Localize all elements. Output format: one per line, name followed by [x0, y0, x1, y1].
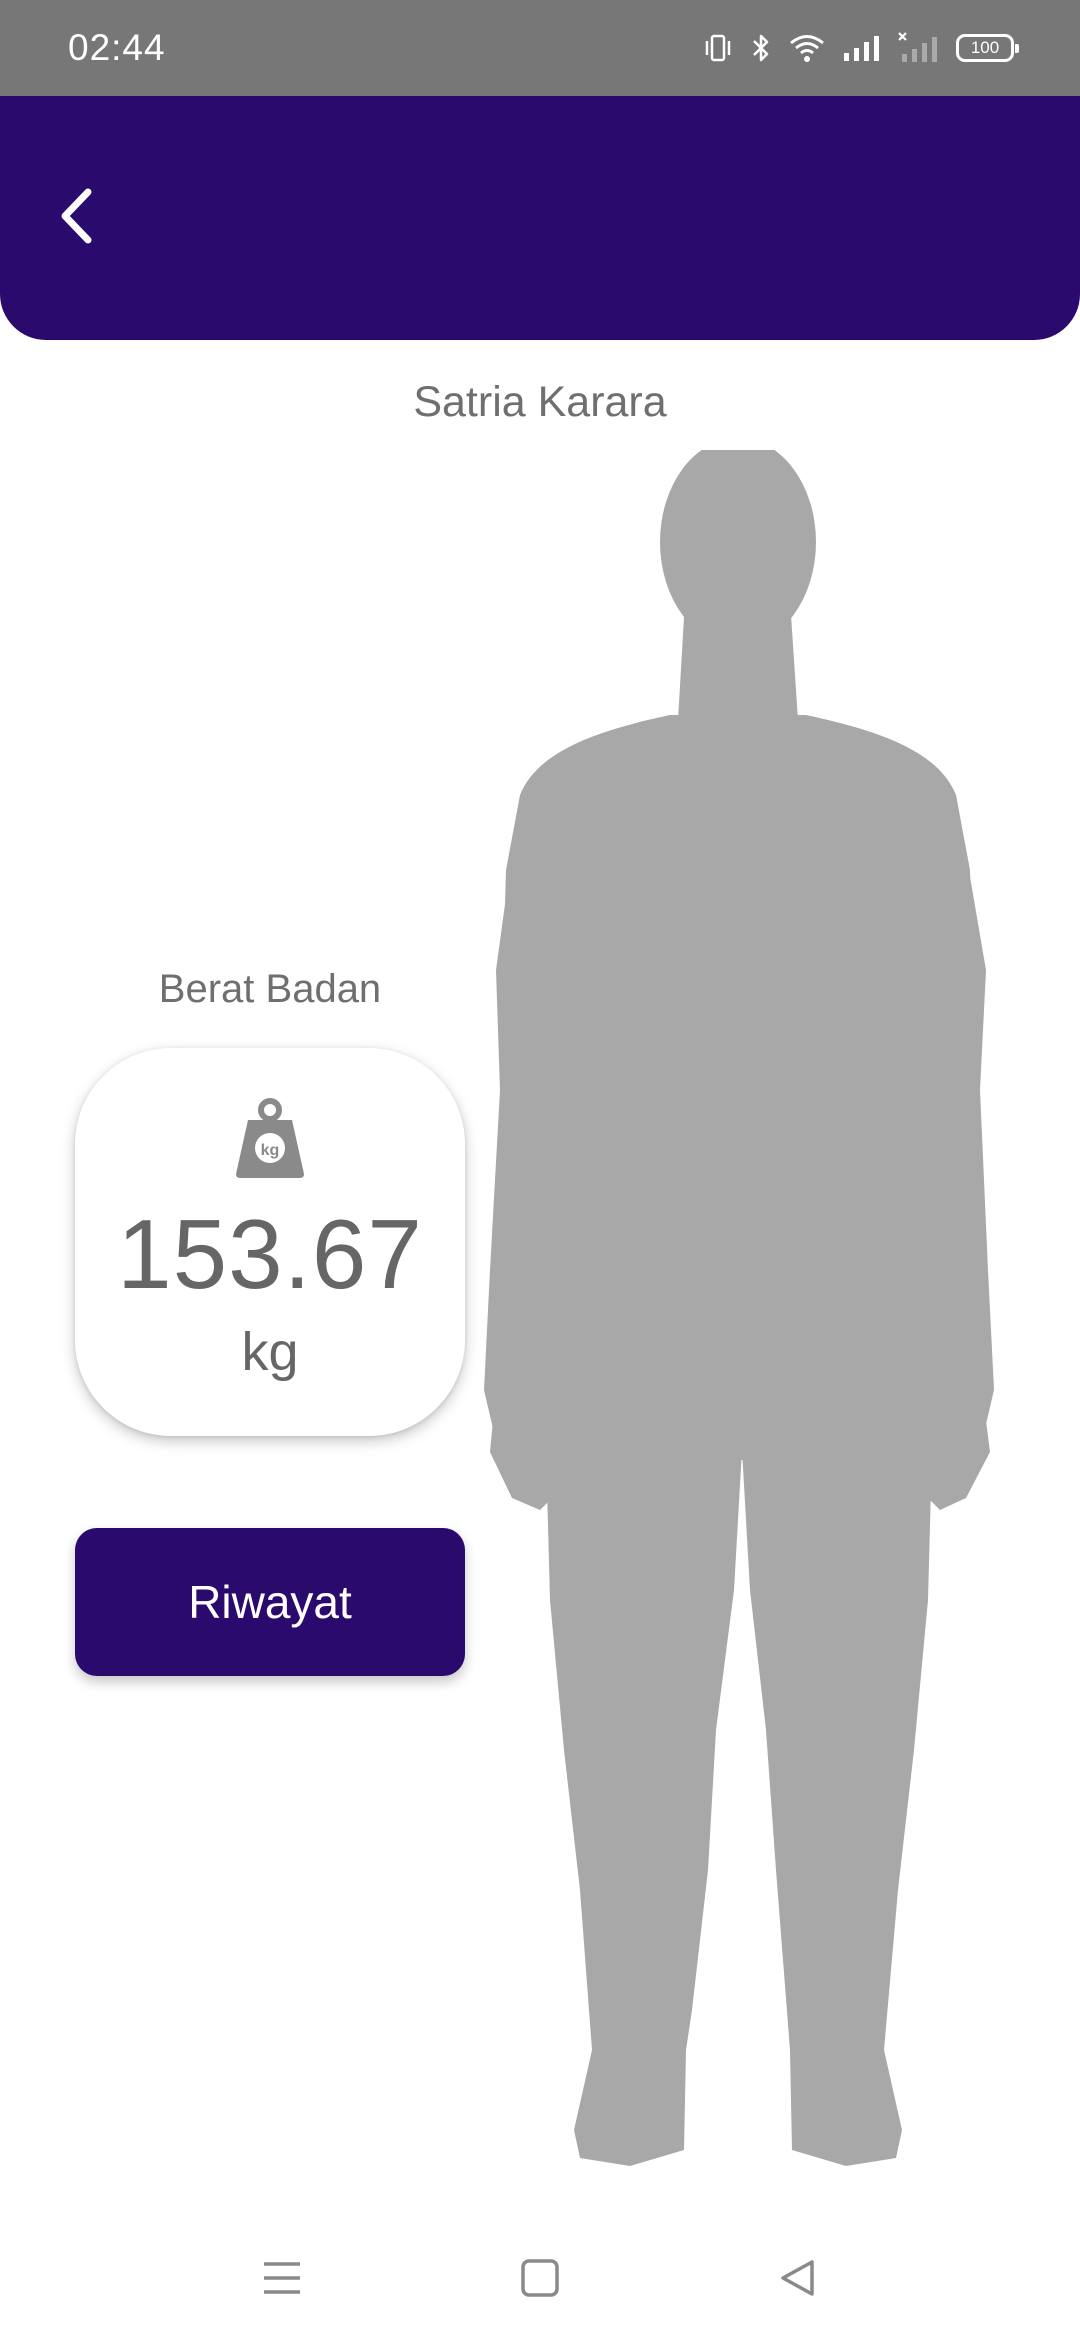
back-button[interactable] — [38, 168, 114, 268]
user-name: Satria Karara — [413, 378, 667, 426]
weight-label: Berat Badan — [158, 967, 382, 1011]
battery-icon: 100 — [956, 34, 1019, 62]
weight-unit: kg — [241, 1322, 299, 1382]
vibrate-icon — [702, 33, 734, 63]
app-header — [0, 96, 1080, 340]
weight-value: 153.67 — [117, 1199, 423, 1309]
wifi-icon — [788, 33, 826, 63]
system-nav-bar — [0, 2220, 1080, 2340]
weight-kg-icon: kg — [234, 1098, 306, 1180]
signal-no-service-icon — [898, 32, 940, 64]
status-time: 02:44 — [68, 27, 166, 68]
bluetooth-icon — [750, 32, 772, 64]
menu-button[interactable] — [242, 2240, 322, 2320]
signal-icon — [842, 33, 882, 63]
human-body-silhouette — [480, 438, 1000, 2200]
nav-back-button[interactable] — [758, 2240, 838, 2320]
weight-icon-text: kg — [261, 1142, 280, 1159]
status-icons: 100 — [702, 26, 1019, 70]
back-triangle-icon — [778, 2258, 818, 2303]
status-bar: 02:44 100 — [0, 0, 1080, 96]
home-square-icon — [520, 2258, 560, 2303]
home-button[interactable] — [500, 2240, 580, 2320]
history-button[interactable]: Riwayat — [75, 1528, 465, 1676]
menu-icon — [261, 2258, 303, 2303]
chevron-left-icon — [56, 186, 96, 251]
weight-card: kg 153.67 kg — [75, 1048, 465, 1436]
